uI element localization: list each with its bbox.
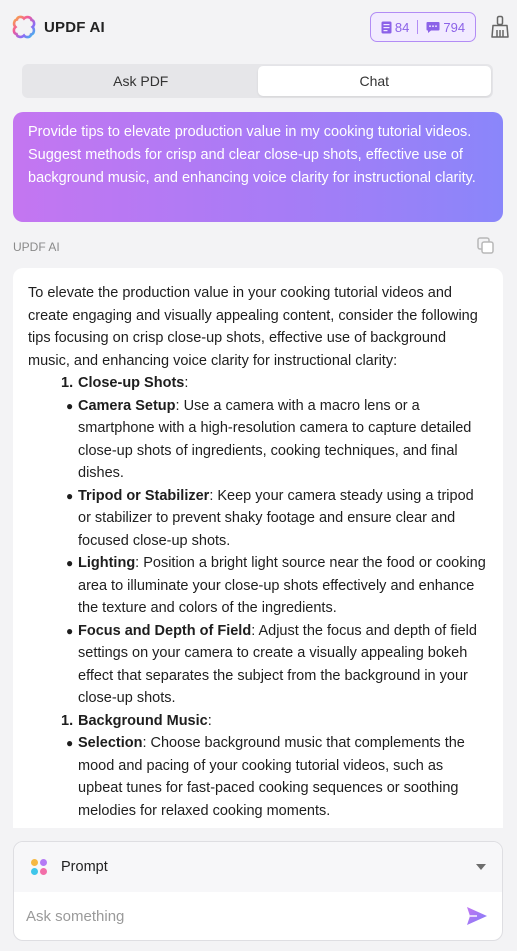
quota-divider xyxy=(417,20,419,34)
section-title: Close-up Shots xyxy=(78,375,185,391)
updf-logo-icon xyxy=(12,15,36,39)
answer-section-heading: 1. Close-up Shots: xyxy=(28,372,489,395)
pdf-quota: 84 xyxy=(381,20,409,35)
ask-input[interactable] xyxy=(26,907,446,925)
pdf-quota-count: 84 xyxy=(394,19,410,35)
document-icon xyxy=(381,21,392,33)
bullet-dot: ● xyxy=(66,398,74,413)
bullet-term: Lighting xyxy=(78,555,136,571)
bullet-text: : Position a bright light source near th… xyxy=(78,555,486,616)
list-item: ● Tripod or Stabilizer: Keep your camera… xyxy=(28,485,489,553)
copy-icon[interactable] xyxy=(476,236,496,256)
bullet-term: Selection xyxy=(78,735,143,751)
clear-chat-brush-icon[interactable] xyxy=(490,15,510,39)
bullet-dot: ● xyxy=(66,736,74,750)
answer-section-heading: 1. Background Music: xyxy=(28,710,489,733)
bullet-dot: ● xyxy=(66,556,74,570)
list-item: ● Lighting: Position a bright light sour… xyxy=(28,552,489,620)
bullet-dot: ● xyxy=(66,623,74,638)
bullet-term: Camera Setup xyxy=(78,397,176,414)
list-item: ● Selection: Choose background music tha… xyxy=(28,732,489,822)
prompt-dots-icon xyxy=(31,859,47,875)
ai-answer-card: To elevate the production value in your … xyxy=(13,268,503,828)
prompt-selector[interactable]: Prompt xyxy=(14,842,502,892)
chat-quota: 794 xyxy=(426,20,465,35)
chat-quota-count: 794 xyxy=(443,19,466,35)
message-composer: Prompt xyxy=(13,841,503,941)
bullet-dot: ● xyxy=(66,488,74,503)
user-message-bubble: Provide tips to elevate production value… xyxy=(13,112,503,222)
bullet-term: Focus and Depth of Field xyxy=(78,622,252,639)
section-number: 1. xyxy=(61,712,74,729)
chat-bubble-icon xyxy=(426,21,440,33)
composer-input-row xyxy=(14,892,502,940)
mode-tabs: Ask PDF Chat xyxy=(22,64,493,98)
bullet-term: Tripod or Stabilizer xyxy=(78,487,210,504)
ai-sender-label: UPDF AI xyxy=(13,240,60,254)
list-item: ● Focus and Depth of Field: Adjust the f… xyxy=(28,620,489,710)
section-number: 1. xyxy=(61,375,74,391)
app-title: UPDF AI xyxy=(44,18,105,36)
tab-ask-pdf[interactable]: Ask PDF xyxy=(24,66,258,96)
chevron-down-icon[interactable] xyxy=(476,864,486,870)
tab-chat[interactable]: Chat xyxy=(257,66,491,96)
list-item: ● Camera Setup: Use a camera with a macr… xyxy=(28,395,489,485)
section-title: Background Music xyxy=(78,712,208,729)
quota-badge[interactable]: 84 794 xyxy=(370,12,476,42)
answer-intro: To elevate the production value in your … xyxy=(28,285,478,369)
prompt-label: Prompt xyxy=(61,859,108,875)
send-icon[interactable] xyxy=(466,906,488,926)
